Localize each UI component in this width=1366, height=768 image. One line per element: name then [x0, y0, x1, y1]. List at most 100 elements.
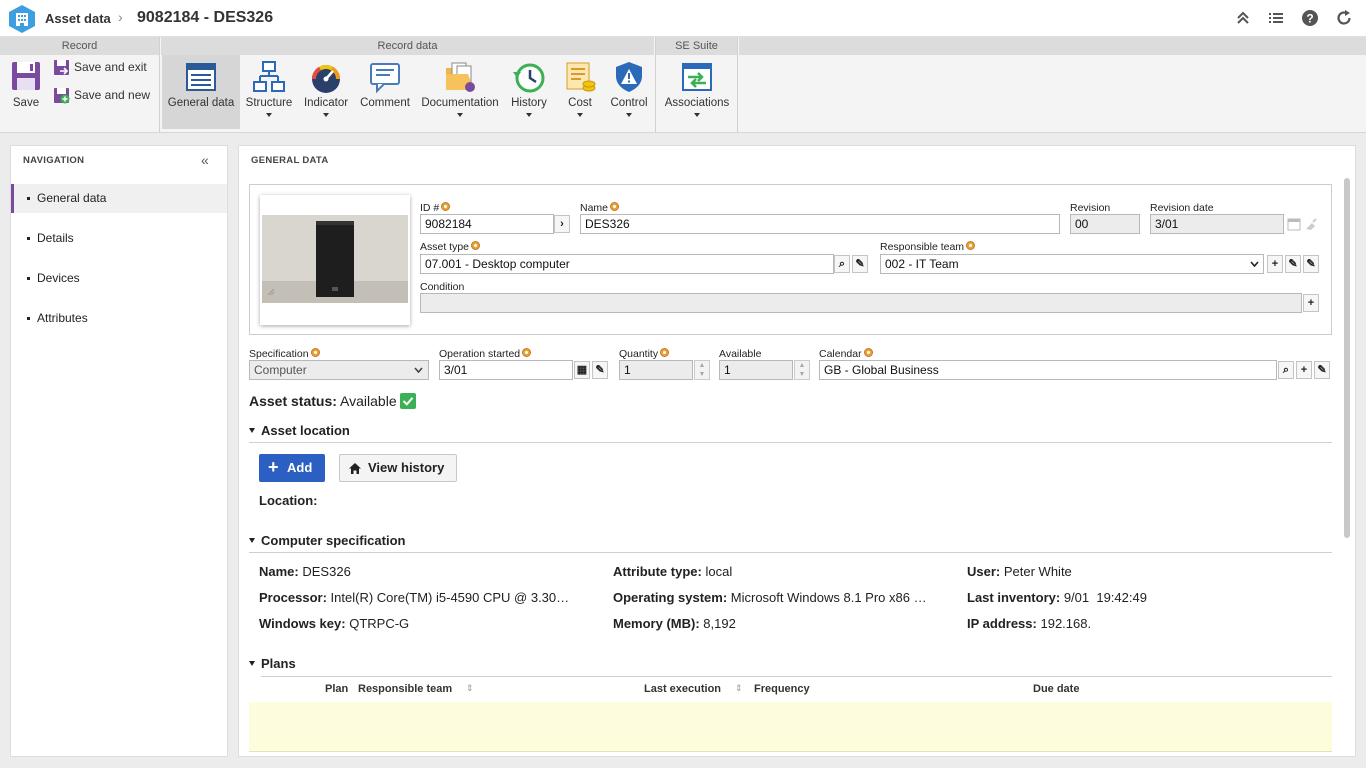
- search-icon[interactable]: ⌕: [1278, 361, 1294, 379]
- clear-field-icon[interactable]: ✎: [1314, 361, 1330, 379]
- revision-input: 00: [1070, 214, 1140, 234]
- nav-item-general-data[interactable]: General data: [11, 184, 227, 213]
- save-button[interactable]: Save: [4, 55, 48, 129]
- asset-type-input[interactable]: 07.001 - Desktop computer: [420, 254, 834, 274]
- ribbon-divider: [159, 37, 160, 132]
- section-divider: [249, 442, 1332, 443]
- required-icon: [310, 348, 320, 357]
- name-label: Name: [580, 202, 620, 214]
- asset-header-card: ID # 9082184 › Name DES326 Revision 00 R…: [249, 184, 1332, 335]
- spec-operating-system: Operating system: Microsoft Windows 8.1 …: [613, 590, 927, 605]
- collapse-up-icon[interactable]: [1235, 10, 1251, 26]
- refresh-icon[interactable]: [1336, 10, 1352, 26]
- nav-item-label: Attributes: [37, 311, 88, 325]
- available-label: Available: [719, 348, 762, 360]
- add-icon[interactable]: +: [1267, 255, 1283, 273]
- spec-user: User: Peter White: [967, 564, 1072, 579]
- svg-text:?: ?: [1306, 12, 1313, 26]
- documentation-label: Documentation: [421, 97, 499, 109]
- title-bar: Asset data › 9082184 - DES326 ?: [0, 0, 1366, 37]
- section-divider: [261, 676, 1332, 677]
- save-and-exit-button[interactable]: Save and exit: [53, 59, 157, 79]
- save-and-new-button[interactable]: Save and new: [53, 87, 157, 107]
- id-label: ID #: [420, 202, 451, 214]
- condition-label: Condition: [420, 281, 465, 293]
- operation-started-input[interactable]: 3/01: [439, 360, 573, 380]
- id-input[interactable]: 9082184: [420, 214, 554, 234]
- view-history-label: View history: [368, 460, 445, 475]
- asset-location-header[interactable]: Asset location: [249, 423, 350, 438]
- associations-button[interactable]: Associations: [660, 55, 734, 129]
- indicator-button[interactable]: Indicator: [298, 55, 354, 129]
- spec-ip-address: IP address: 192.168.: [967, 616, 1092, 631]
- column-header-plan[interactable]: Plan: [325, 683, 348, 695]
- history-button[interactable]: History: [504, 55, 554, 129]
- desktop-computer-image: [262, 215, 408, 303]
- sort-icon[interactable]: ⇕: [466, 683, 474, 694]
- nav-item-devices[interactable]: Devices: [11, 264, 227, 293]
- search-icon[interactable]: ⌕: [834, 255, 850, 273]
- general-data-button[interactable]: General data: [162, 55, 240, 129]
- name-input[interactable]: DES326: [580, 214, 1060, 234]
- column-header-responsible-team[interactable]: Responsible team: [358, 683, 452, 695]
- responsible-team-select[interactable]: 002 - IT Team: [880, 254, 1264, 274]
- ribbon-group-record: Record: [0, 37, 159, 55]
- nav-item-details[interactable]: Details: [11, 224, 227, 253]
- documentation-button[interactable]: Documentation: [418, 55, 502, 129]
- checkbox-checked-icon: [400, 393, 416, 409]
- clear-field-icon[interactable]: ✎: [1303, 255, 1319, 273]
- vertical-scrollbar[interactable]: [1344, 178, 1350, 538]
- structure-label: Structure: [245, 97, 293, 109]
- floppy-disk-icon: [12, 62, 40, 90]
- required-icon: [966, 241, 976, 250]
- condition-input: [420, 293, 1302, 313]
- save-new-icon: [54, 88, 70, 104]
- structure-button[interactable]: Structure: [242, 55, 296, 129]
- list-icon[interactable]: [1268, 10, 1284, 26]
- column-header-frequency[interactable]: Frequency: [754, 683, 810, 695]
- nav-item-label: Devices: [37, 271, 80, 285]
- chevron-down-icon: [266, 113, 272, 117]
- required-icon: [660, 348, 670, 357]
- save-and-exit-label: Save and exit: [74, 60, 147, 74]
- specification-label: Specification: [249, 348, 320, 360]
- comment-button[interactable]: Comment: [358, 55, 412, 129]
- clear-field-icon[interactable]: ✎: [592, 361, 608, 379]
- quantity-label: Quantity: [619, 348, 670, 360]
- breadcrumb-app[interactable]: Asset data: [45, 11, 111, 26]
- specification-select[interactable]: Computer: [249, 360, 429, 380]
- chevron-right-icon[interactable]: ›: [554, 215, 570, 233]
- add-icon[interactable]: +: [1296, 361, 1312, 379]
- column-header-due-date[interactable]: Due date: [1033, 683, 1079, 695]
- bullet-icon: [27, 197, 30, 200]
- control-button[interactable]: Control: [606, 55, 652, 129]
- column-header-last-execution[interactable]: Last execution: [644, 683, 721, 695]
- required-icon: [522, 348, 532, 357]
- add-icon[interactable]: +: [1303, 294, 1319, 312]
- nav-item-attributes[interactable]: Attributes: [11, 304, 227, 333]
- spec-memory: Memory (MB): 8,192: [613, 616, 736, 631]
- clear-field-icon[interactable]: ✎: [852, 255, 868, 273]
- ribbon-group-empty: [739, 37, 1366, 55]
- view-history-button[interactable]: View history: [339, 454, 457, 482]
- asset-photo[interactable]: [260, 195, 410, 325]
- indicator-label: Indicator: [303, 97, 349, 109]
- general-data-label: General data: [167, 97, 235, 109]
- sort-icon[interactable]: ⇕: [735, 683, 743, 694]
- nav-item-label: Details: [37, 231, 74, 245]
- plans-header[interactable]: Plans: [249, 656, 296, 671]
- structure-tree-icon: [253, 61, 285, 92]
- required-icon: [471, 241, 481, 250]
- chevron-down-icon: [323, 113, 329, 117]
- add-location-button[interactable]: + Add: [259, 454, 325, 482]
- chevron-down-icon: [457, 113, 463, 117]
- calendar-input[interactable]: GB - Global Business: [819, 360, 1277, 380]
- computer-spec-header[interactable]: Computer specification: [249, 533, 405, 548]
- collapse-panel-icon[interactable]: «: [201, 152, 209, 168]
- help-icon[interactable]: ?: [1302, 10, 1318, 26]
- edit-icon[interactable]: ✎: [1285, 255, 1301, 273]
- calendar-icon[interactable]: ▦: [574, 361, 590, 379]
- section-divider: [249, 552, 1332, 553]
- spec-name: Name: DES326: [259, 564, 351, 579]
- cost-button[interactable]: Cost: [558, 55, 602, 129]
